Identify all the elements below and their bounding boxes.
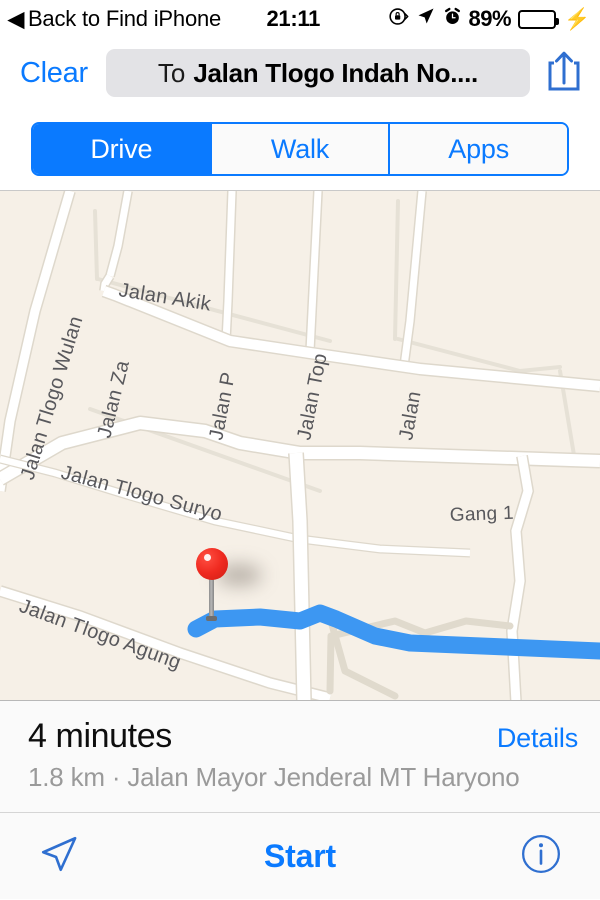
locate-me-button[interactable] xyxy=(30,833,88,880)
location-arrow-icon xyxy=(416,6,436,32)
clear-button[interactable]: Clear xyxy=(14,53,94,94)
alarm-clock-icon xyxy=(443,6,462,32)
status-time-container: 21:11 xyxy=(221,6,387,32)
map-label-jalan: Jalan xyxy=(395,389,425,441)
tab-walk[interactable]: Walk xyxy=(211,124,391,174)
destination-value: Jalan Tlogo Indah No.... xyxy=(193,57,478,88)
back-triangle-icon: ◀ xyxy=(8,7,24,31)
tab-drive[interactable]: Drive xyxy=(33,124,212,174)
pin-head-icon xyxy=(196,548,228,580)
info-button[interactable] xyxy=(512,833,570,880)
pin-highlight xyxy=(204,554,211,561)
map-vector-layer: Jalan Tlogo Wulan Jalan Za Jalan P Jalan… xyxy=(0,191,600,700)
status-bar: ◀ Back to Find iPhone 21:11 89% ⚡ xyxy=(0,0,600,38)
route-eta: 4 minutes xyxy=(28,717,172,755)
map-label-jalan-p: Jalan P xyxy=(205,370,240,442)
battery-icon xyxy=(518,9,560,29)
bottom-action-bar: Start xyxy=(0,813,600,899)
location-arrow-icon xyxy=(38,833,80,880)
info-circle-icon xyxy=(520,833,562,880)
status-back-label: Back to Find iPhone xyxy=(27,6,222,31)
pin-needle-base xyxy=(206,616,217,621)
tab-apps[interactable]: Apps xyxy=(390,124,567,174)
route-info-panel: 4 minutes Details 1.8 km · Jalan Mayor J… xyxy=(0,701,600,813)
start-button[interactable]: Start xyxy=(88,838,512,875)
battery-percent: 89% xyxy=(468,6,512,31)
status-time: 21:11 xyxy=(266,6,321,31)
travel-mode-segmented-control: Drive Walk Apps xyxy=(31,122,569,176)
travel-mode-tabs-container: Drive Walk Apps xyxy=(0,108,600,190)
route-info-primary-row: 4 minutes Details xyxy=(28,717,578,756)
map-label-gang-1: Gang 1 xyxy=(449,503,514,526)
share-icon xyxy=(546,50,582,97)
map-label-jalan-top: Jalan Top xyxy=(293,351,331,442)
share-button[interactable] xyxy=(542,49,586,97)
status-indicators: 89% ⚡ xyxy=(388,6,590,33)
map-canvas[interactable]: Jalan Tlogo Wulan Jalan Za Jalan P Jalan… xyxy=(0,190,600,701)
rotation-lock-icon xyxy=(388,6,409,33)
map-label-jalan-tlogo-agung: Jalan Tlogo Agung xyxy=(16,595,184,674)
maps-route-screen: ◀ Back to Find iPhone 21:11 89% ⚡ Clear … xyxy=(0,0,600,900)
route-distance-and-road: 1.8 km · Jalan Mayor Jenderal MT Haryono xyxy=(28,762,520,792)
charging-bolt-icon: ⚡ xyxy=(564,7,590,31)
status-back-button[interactable]: ◀ Back to Find iPhone xyxy=(8,6,221,32)
map-label-jalan-tlogo-suryo: Jalan Tlogo Suryo xyxy=(59,462,225,526)
search-row: Clear To Jalan Tlogo Indah No.... xyxy=(0,38,600,108)
details-button[interactable]: Details xyxy=(497,723,578,754)
destination-pin[interactable] xyxy=(196,548,262,621)
destination-field[interactable]: To Jalan Tlogo Indah No.... xyxy=(105,49,530,97)
destination-prefix-label: To xyxy=(157,57,186,88)
